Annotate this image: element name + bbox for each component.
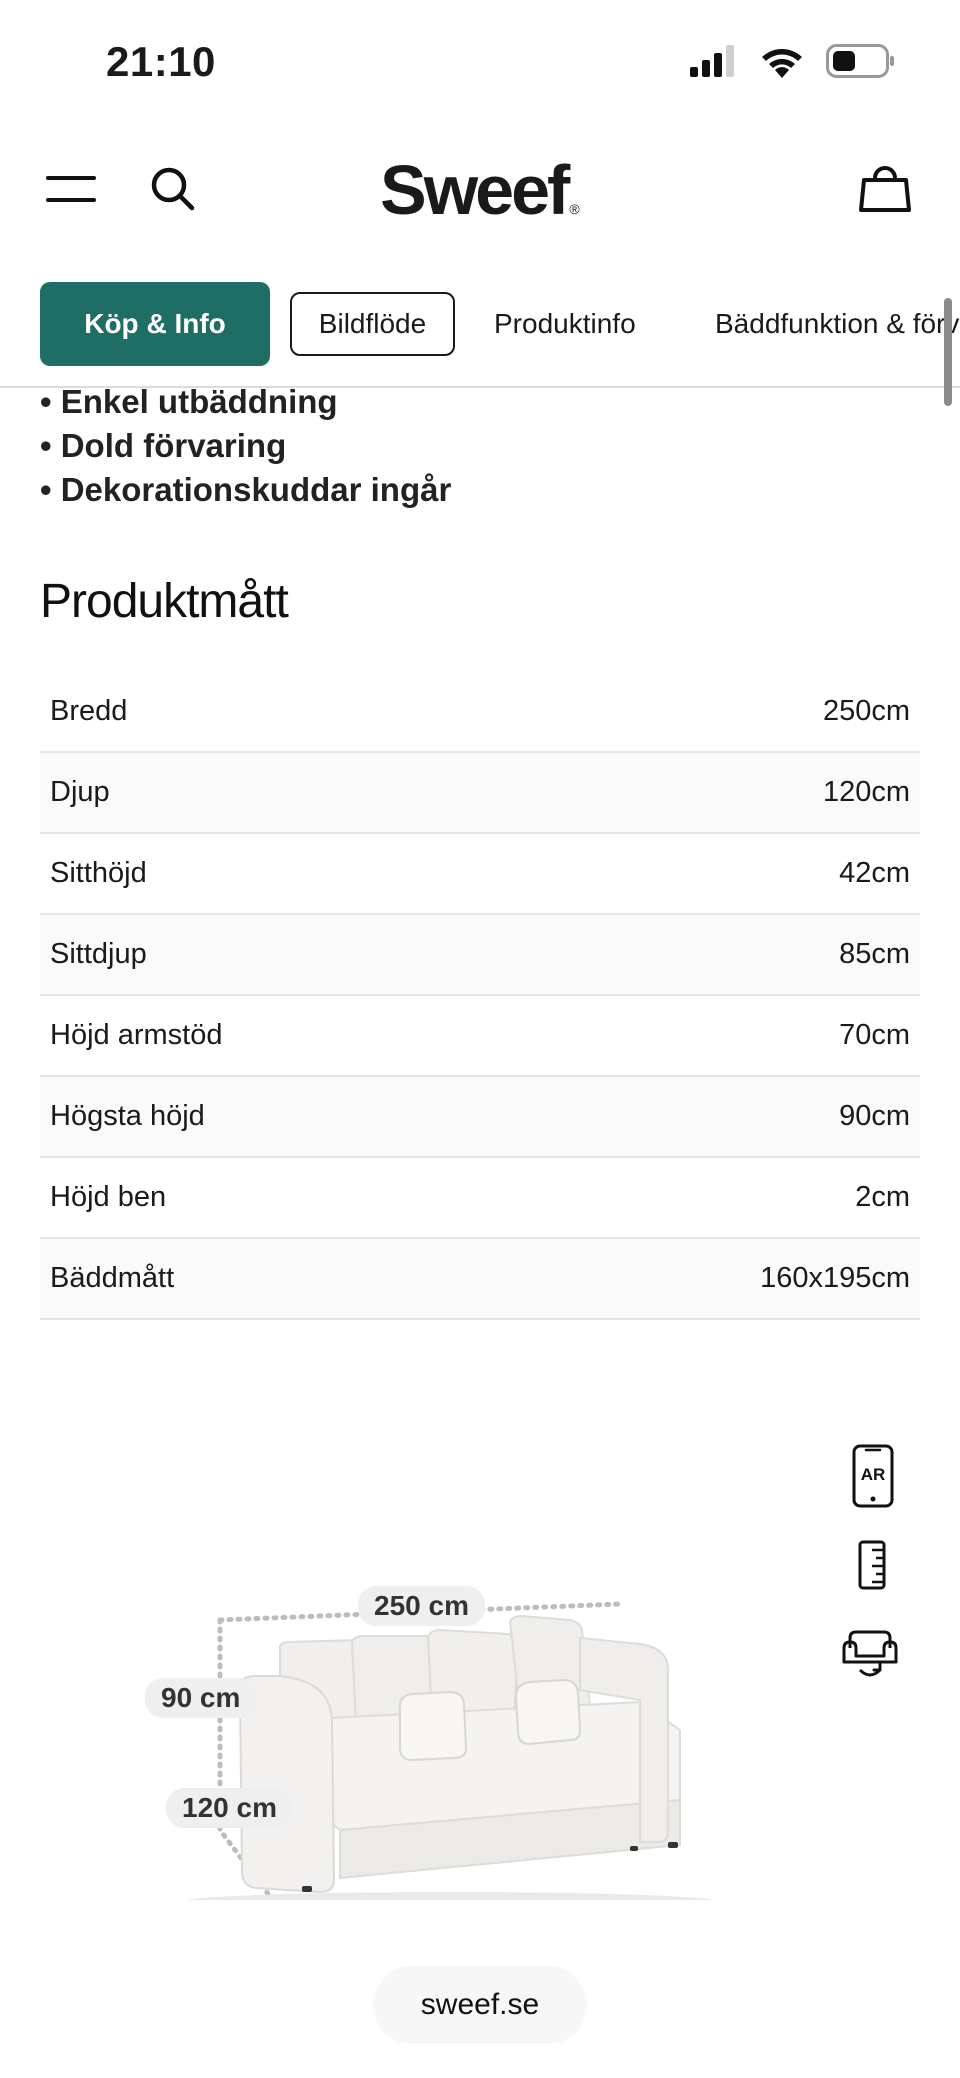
table-row: Bäddmått 160x195cm bbox=[40, 1239, 920, 1320]
ar-view-button[interactable]: AR bbox=[852, 1444, 894, 1513]
dim-label: Sitthöjd bbox=[50, 857, 147, 889]
status-time: 21:10 bbox=[106, 38, 216, 85]
dim-value: 90cm bbox=[839, 1100, 910, 1132]
dim-label: Höjd ben bbox=[50, 1181, 167, 1213]
search-icon bbox=[151, 167, 195, 211]
product-3d-viewer[interactable]: AR 250 cm 90 cm 120 cm bbox=[0, 1360, 960, 1960]
dim-value: 85cm bbox=[839, 938, 910, 970]
height-dimension-label: 90 cm bbox=[145, 1678, 257, 1718]
tab-kop-info[interactable]: Köp & Info bbox=[40, 282, 270, 366]
table-row: Sittdjup 85cm bbox=[40, 915, 920, 996]
table-row: Bredd 250cm bbox=[40, 672, 920, 753]
feature-item: • Dekorationskuddar ingår bbox=[40, 471, 452, 508]
cart-icon bbox=[859, 166, 911, 212]
dim-label: Högsta höjd bbox=[50, 1100, 205, 1132]
logo-registered-mark: ® bbox=[569, 201, 580, 217]
dim-label: Bredd bbox=[50, 695, 128, 727]
dim-label: Höjd armstöd bbox=[50, 1019, 223, 1051]
dim-value: 2cm bbox=[855, 1181, 910, 1213]
battery-icon bbox=[826, 44, 894, 78]
menu-button[interactable] bbox=[46, 170, 100, 210]
feature-list: • Enkel utbäddning • Dold förvaring • De… bbox=[40, 380, 451, 512]
ar-phone-icon: AR bbox=[852, 1444, 894, 1508]
section-tabs: Köp & Info Bildflöde Produktinfo Bäddfun… bbox=[0, 282, 960, 388]
sofa-3d-model bbox=[185, 1601, 715, 1900]
dim-value: 42cm bbox=[839, 857, 910, 889]
search-button[interactable] bbox=[148, 164, 198, 214]
dim-value: 250cm bbox=[822, 695, 910, 727]
dim-value: 160x195cm bbox=[760, 1262, 910, 1294]
dimensions-table: Bredd 250cm Djup 120cm Sitthöjd 42cm Sit… bbox=[40, 672, 920, 1320]
cart-button[interactable] bbox=[856, 158, 914, 216]
feature-item: • Dold förvaring bbox=[40, 427, 287, 464]
tab-produktinfo[interactable]: Produktinfo bbox=[494, 282, 636, 366]
signal-icon bbox=[690, 45, 734, 77]
rotate-view-button[interactable] bbox=[840, 1626, 900, 1687]
table-row: Sitthöjd 42cm bbox=[40, 834, 920, 915]
dim-value: 120cm bbox=[822, 776, 910, 808]
dim-value: 70cm bbox=[839, 1019, 910, 1051]
sofa-rotate-icon bbox=[842, 1630, 898, 1677]
measure-button[interactable] bbox=[858, 1540, 886, 1595]
dim-label: Bäddmått bbox=[50, 1262, 175, 1294]
status-bar: 21:10 bbox=[0, 0, 960, 120]
tab-baddfunktion[interactable]: Bäddfunktion & förvaring bbox=[715, 282, 960, 366]
sweef-logo[interactable]: Sweef ® bbox=[380, 150, 580, 230]
site-url-pill[interactable]: sweef.se bbox=[373, 1966, 587, 2044]
feature-item: • Enkel utbäddning bbox=[40, 383, 338, 420]
section-title-produktmatt: Produktmått bbox=[40, 575, 289, 628]
table-row: Höjd ben 2cm bbox=[40, 1158, 920, 1239]
ar-label: AR bbox=[861, 1465, 886, 1484]
table-row: Högsta höjd 90cm bbox=[40, 1077, 920, 1158]
ruler-icon bbox=[858, 1540, 886, 1590]
depth-dimension-label: 120 cm bbox=[166, 1788, 293, 1828]
menu-icon bbox=[46, 176, 96, 202]
scrollbar-thumb[interactable] bbox=[944, 298, 952, 406]
dim-label: Djup bbox=[50, 776, 110, 808]
table-row: Höjd armstöd 70cm bbox=[40, 996, 920, 1077]
tab-bildflode[interactable]: Bildflöde bbox=[290, 292, 455, 356]
logo-text: Sweef bbox=[380, 151, 570, 229]
dim-label: Sittdjup bbox=[50, 938, 147, 970]
table-row: Djup 120cm bbox=[40, 753, 920, 834]
width-dimension-label: 250 cm bbox=[358, 1586, 485, 1626]
status-icons bbox=[690, 44, 896, 78]
site-header: Sweef ® bbox=[0, 140, 960, 240]
wifi-icon bbox=[762, 49, 802, 78]
